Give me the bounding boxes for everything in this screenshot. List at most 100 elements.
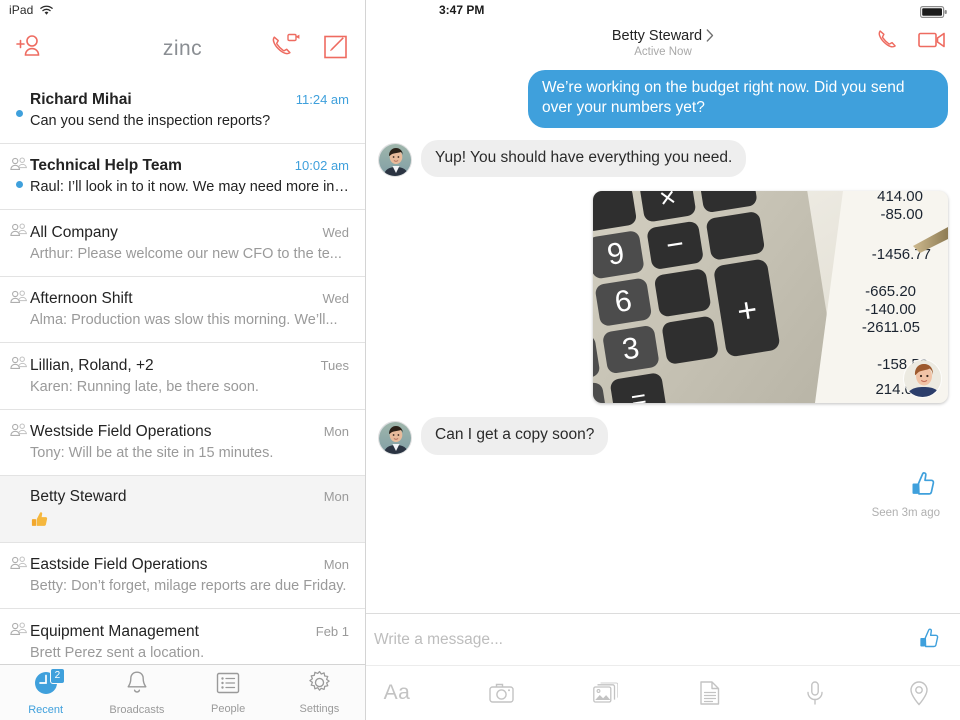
conversation-timestamp: Wed	[322, 291, 350, 307]
photos-icon[interactable]	[585, 681, 627, 705]
message-composer: Write a message... Aa	[366, 613, 960, 720]
conversation-preview: Betty: Don’t forget, milage reports are …	[30, 578, 347, 595]
conversation-preview: Karen: Running late, be there soon.	[30, 378, 259, 395]
tab-recent[interactable]: 2 Recent	[0, 665, 91, 720]
conversation-preview: Raul: I’ll look in to it now. We may nee…	[30, 179, 349, 196]
conversation-item[interactable]: Technical Help Team 10:02 am Raul: I’ll lo…	[0, 144, 365, 210]
group-icon	[9, 556, 27, 569]
conversation-item-indicators	[8, 210, 30, 237]
tab-label: Broadcasts	[109, 703, 165, 716]
conversation-item-header: Lillian, Roland, +2 Tues	[30, 357, 349, 375]
tab-people[interactable]: People	[183, 665, 274, 720]
conversation-title: Betty Steward	[30, 487, 127, 505]
tab-badge: 2	[49, 668, 66, 684]
message-row-incoming: Yup! You should have everything you need…	[366, 139, 960, 178]
microphone-icon[interactable]	[794, 680, 836, 706]
conversation-timestamp: Mon	[323, 557, 349, 573]
status-bar-time: 3:47 PM	[439, 3, 485, 17]
group-icon	[9, 423, 27, 436]
location-pin-icon[interactable]	[898, 680, 940, 706]
svg-text:-85.00: -85.00	[880, 206, 923, 223]
chat-call-button[interactable]	[876, 27, 901, 57]
compose-button[interactable]	[323, 33, 349, 64]
conversation-timestamp: Tues	[320, 357, 349, 373]
composer-input-row[interactable]: Write a message...	[366, 614, 960, 666]
conversation-item[interactable]: Westside Field Operations Mon Tony: Will b…	[0, 410, 365, 476]
conversation-item-body: Afternoon Shift Wed Alma: Production was s…	[30, 290, 349, 328]
message-bubble-incoming[interactable]: Can I get a copy soon?	[421, 417, 609, 455]
thumbs-up-icon[interactable]	[914, 626, 944, 654]
conversation-item[interactable]: Equipment Management Feb 1 Brett Perez sen…	[0, 609, 365, 664]
conversation-title: Eastside Field Operations	[30, 556, 208, 574]
conversation-timestamp: Feb 1	[315, 623, 349, 639]
add-person-icon	[16, 35, 40, 56]
unread-dot	[15, 180, 23, 188]
group-icon	[9, 622, 27, 635]
bell-icon	[125, 670, 149, 701]
device-label: iPad	[9, 3, 34, 17]
message-input[interactable]: Write a message...	[374, 631, 914, 649]
conversation-preview: Can you send the inspection reports?	[30, 112, 271, 129]
left-nav-bar: zinc	[0, 20, 365, 77]
conversation-title: Westside Field Operations	[30, 423, 212, 441]
conversation-item-body: Technical Help Team 10:02 am Raul: I’ll lo…	[30, 157, 349, 195]
conversation-item-body: Lillian, Roland, +2 Tues Karen: Running la…	[30, 357, 349, 395]
status-bar-left: iPad	[0, 0, 365, 20]
conversation-item[interactable]: Betty Steward Mon	[0, 476, 365, 543]
conversation-item-header: Technical Help Team 10:02 am	[30, 157, 349, 175]
document-icon[interactable]	[689, 681, 731, 705]
unread-dot	[15, 110, 23, 117]
call-button[interactable]	[271, 33, 301, 64]
conversation-list[interactable]: Richard Mihai 11:24 am Can you send the in…	[0, 77, 365, 664]
bottom-tab-bar[interactable]: 2 Recent Broadcasts People Settings	[0, 664, 365, 720]
group-icon	[9, 356, 27, 369]
conversation-item-indicators	[8, 476, 30, 489]
conversation-item-indicators	[8, 410, 30, 437]
group-icon	[9, 290, 27, 303]
message-row-incoming: Can I get a copy soon?	[366, 417, 960, 455]
chat-pane: 3:47 PM Betty Steward Active Now We’re w…	[366, 0, 960, 720]
message-image-attachment[interactable]: % 9 6 3 5 2 × − + =	[593, 191, 948, 404]
conversation-item-body: Equipment Management Feb 1 Brett Perez sen…	[30, 623, 349, 661]
camera-icon[interactable]	[480, 682, 522, 704]
add-contact-button[interactable]	[16, 33, 44, 64]
conversation-timestamp: Mon	[323, 488, 349, 504]
message-seen-status: Seen 3m ago	[871, 506, 940, 519]
message-bubble-outgoing[interactable]: We’re working on the budget right now. D…	[528, 70, 948, 128]
conversations-pane: iPad zinc Richard Mihai 11:24 am Can you…	[0, 0, 366, 720]
conversation-item[interactable]: Eastside Field Operations Mon Betty: Don’t…	[0, 543, 365, 609]
composer-tool-bar[interactable]: Aa	[366, 666, 960, 720]
chat-header-title-block[interactable]: Betty Steward Active Now	[366, 27, 960, 58]
svg-text:-2611.05: -2611.05	[862, 319, 920, 336]
conversation-item-header: Westside Field Operations Mon	[30, 423, 349, 441]
tab-label: Recent	[28, 703, 64, 716]
conversation-item[interactable]: Afternoon Shift Wed Alma: Production was s…	[0, 277, 365, 343]
text-format-icon[interactable]: Aa	[376, 681, 418, 705]
conversation-title: Afternoon Shift	[30, 290, 133, 308]
conversation-item[interactable]: Lillian, Roland, +2 Tues Karen: Running la…	[0, 343, 365, 410]
conversation-item[interactable]: All Company Wed Arthur: Please welcome our…	[0, 210, 365, 277]
conversation-item-body: All Company Wed Arthur: Please welcome our…	[30, 224, 349, 262]
conversation-item-header: All Company Wed	[30, 224, 349, 242]
chat-contact-name-button[interactable]: Betty Steward	[612, 28, 714, 44]
conversation-preview: Brett Perez sent a location.	[30, 644, 205, 661]
thumbs-up-sticker[interactable]	[906, 469, 940, 503]
group-icon	[9, 157, 27, 170]
conversation-timestamp: 10:02 am	[294, 158, 349, 174]
thumbs-up-emoji	[31, 511, 48, 526]
chat-header: Betty Steward Active Now	[366, 20, 960, 64]
message-thread[interactable]: We’re working on the budget right now. D…	[366, 64, 960, 613]
chevron-right-icon	[706, 29, 714, 42]
group-icon	[9, 223, 27, 236]
message-bubble-incoming[interactable]: Yup! You should have everything you need…	[421, 139, 747, 178]
conversation-item-indicators	[8, 77, 30, 117]
conversation-item-header: Afternoon Shift Wed	[30, 290, 349, 308]
conversation-timestamp: 11:24 am	[295, 91, 349, 107]
status-bar-right: 3:47 PM	[366, 0, 960, 20]
tab-broadcasts[interactable]: Broadcasts	[91, 665, 182, 720]
conversation-preview: Arthur: Please welcome our new CFO to th…	[30, 245, 342, 262]
conversation-item[interactable]: Richard Mihai 11:24 am Can you send the in…	[0, 77, 365, 144]
tab-settings[interactable]: Settings	[274, 665, 365, 720]
conversation-item-body: Betty Steward Mon	[30, 488, 349, 530]
chat-video-button[interactable]	[918, 30, 946, 55]
